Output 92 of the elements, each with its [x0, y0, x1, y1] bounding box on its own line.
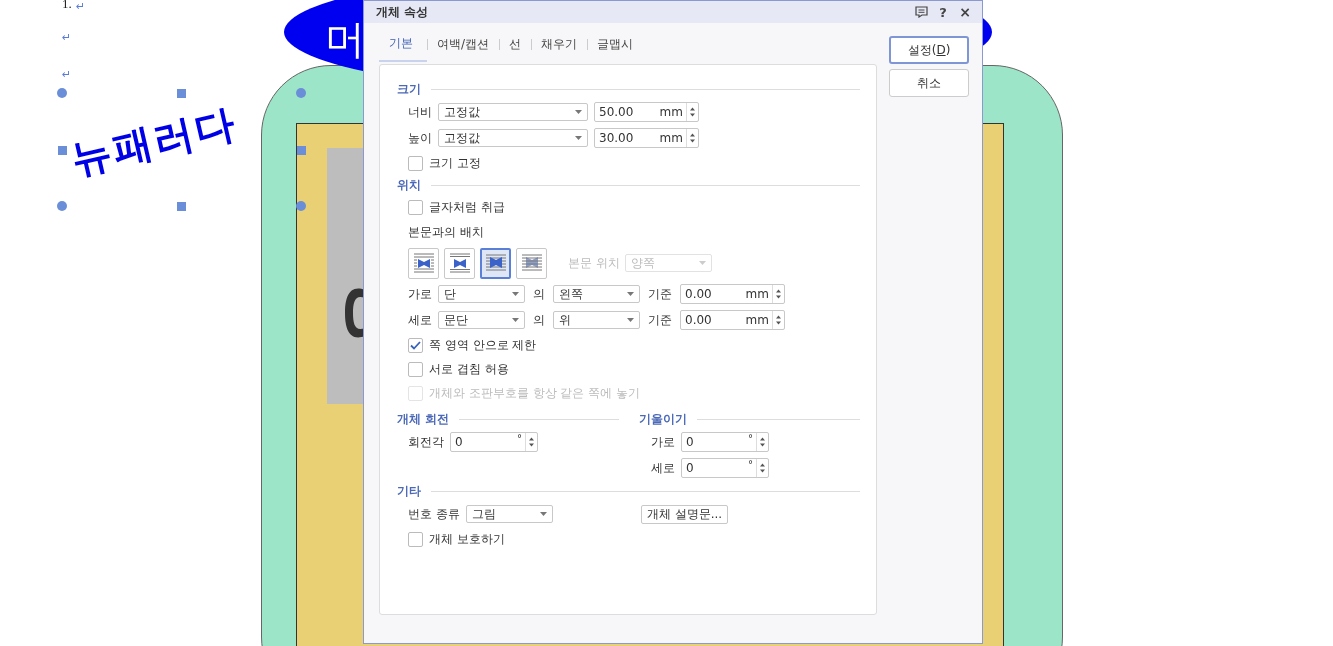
comment-icon[interactable]	[915, 6, 928, 18]
tab[interactable]: 글맵시	[587, 32, 644, 61]
field-label: 기준	[648, 311, 672, 329]
field-label: 가로	[651, 433, 675, 451]
dropdown[interactable]: 문단	[438, 311, 525, 329]
wrap-option-button[interactable]	[480, 247, 511, 279]
checkbox-label: 쪽 영역 안으로 제한	[429, 336, 537, 354]
description-button[interactable]: 개체 설명문...	[640, 504, 729, 524]
group-label: 본문과의 배치	[408, 223, 484, 241]
dropdown[interactable]: 위	[553, 311, 640, 329]
section-heading: 개체 회전	[397, 410, 450, 428]
field-label: 회전각	[408, 433, 444, 451]
caret-icon	[698, 261, 706, 265]
selection-handle[interactable]	[297, 146, 306, 155]
field-label: 의	[533, 285, 545, 303]
field-label: 너비	[408, 103, 432, 121]
checkbox-label: 개체와 조판부호를 항상 같은 쪽에 놓기	[429, 384, 641, 402]
dropdown[interactable]: 고정값	[438, 103, 588, 121]
wrap-option-button[interactable]	[444, 247, 475, 279]
selection-handle[interactable]	[57, 201, 67, 211]
checkbox[interactable]	[408, 361, 423, 377]
list-number: 1.	[62, 0, 72, 12]
caret-icon	[627, 318, 634, 322]
spin-arrows-icon	[756, 459, 768, 477]
paragraph-mark: ↵	[62, 32, 72, 44]
section-heading: 크기	[397, 80, 421, 98]
selection-handle[interactable]	[177, 202, 186, 211]
field-label: 의	[533, 311, 545, 329]
dropdown[interactable]: 왼쪽	[553, 285, 640, 303]
paragraph-mark: ↵	[76, 1, 86, 13]
dropdown[interactable]: 단	[438, 285, 525, 303]
selection-handle[interactable]	[57, 88, 67, 98]
ellipse-text: 머	[325, 15, 365, 63]
tab[interactable]: 선	[499, 32, 532, 61]
selection-handle[interactable]	[177, 89, 186, 98]
spin-arrows-icon	[772, 311, 784, 329]
selection-handle[interactable]	[296, 88, 306, 98]
caret-icon	[575, 136, 582, 140]
selection-handle[interactable]	[296, 201, 306, 211]
spin-field[interactable]: 0 °	[681, 432, 769, 452]
caret-icon	[627, 292, 634, 296]
wrap-layout-icon	[447, 252, 472, 274]
section-heading: 기타	[397, 482, 421, 500]
paragraph-mark: ↵	[62, 69, 72, 81]
checkbox[interactable]	[408, 155, 423, 171]
field-label: 세로	[651, 459, 675, 477]
field-label: 번호 종류	[408, 505, 460, 523]
close-button[interactable]: ×	[958, 4, 972, 20]
field-label: 기준	[648, 285, 672, 303]
wrap-layout-icon	[483, 252, 508, 274]
tab[interactable]: 채우기	[531, 32, 588, 61]
caret-icon	[575, 110, 582, 114]
spin-arrows-icon	[686, 129, 698, 147]
help-button[interactable]: ?	[936, 4, 950, 20]
checkbox-label: 글자처럼 취급	[429, 198, 505, 216]
cancel-button[interactable]: 취소	[889, 69, 969, 97]
section-heading: 위치	[397, 176, 421, 194]
dropdown[interactable]: 고정값	[438, 129, 588, 147]
wrap-option-button[interactable]	[516, 247, 547, 279]
caret-icon	[512, 318, 519, 322]
window-title: 개체 속성	[376, 3, 430, 21]
field-label: 높이	[408, 129, 432, 147]
spin-field[interactable]: 0.00 mm	[680, 310, 785, 330]
wrap-layout-icon	[411, 252, 436, 274]
wrap-option-button[interactable]	[408, 247, 439, 279]
caret-icon	[512, 292, 519, 296]
checkbox-label: 개체 보호하기	[429, 530, 505, 548]
checkbox[interactable]	[408, 531, 423, 547]
checkbox[interactable]	[408, 199, 423, 215]
dropdown[interactable]: 그림	[465, 505, 553, 523]
spin-field[interactable]: 30.00 mm	[594, 128, 699, 148]
spin-arrows-icon	[525, 433, 537, 451]
spin-field[interactable]: 0 °	[681, 458, 769, 478]
selection-handle[interactable]	[58, 146, 67, 155]
tab[interactable]: 여백/캡션	[427, 32, 500, 61]
spin-arrows-icon	[756, 433, 768, 451]
field-label: 가로	[408, 285, 432, 303]
checkbox[interactable]	[408, 337, 423, 353]
tab[interactable]: 기본	[379, 31, 427, 62]
spin-arrows-icon	[772, 285, 784, 303]
caret-icon	[539, 512, 547, 516]
spin-field[interactable]: 0.00 mm	[680, 284, 785, 304]
spin-field[interactable]: 0 °	[450, 432, 538, 452]
section-heading: 기울이기	[639, 410, 687, 428]
checkbox-label: 서로 겹침 허용	[429, 360, 509, 378]
checkbox-label: 크기 고정	[429, 154, 481, 172]
wrap-layout-icon	[519, 252, 544, 274]
ok-button[interactable]: 설정(D)	[889, 36, 969, 64]
spin-arrows-icon	[686, 103, 698, 121]
spin-field[interactable]: 50.00 mm	[594, 102, 699, 122]
field-label: 본문 위치	[568, 254, 620, 272]
field-label: 세로	[408, 311, 432, 329]
